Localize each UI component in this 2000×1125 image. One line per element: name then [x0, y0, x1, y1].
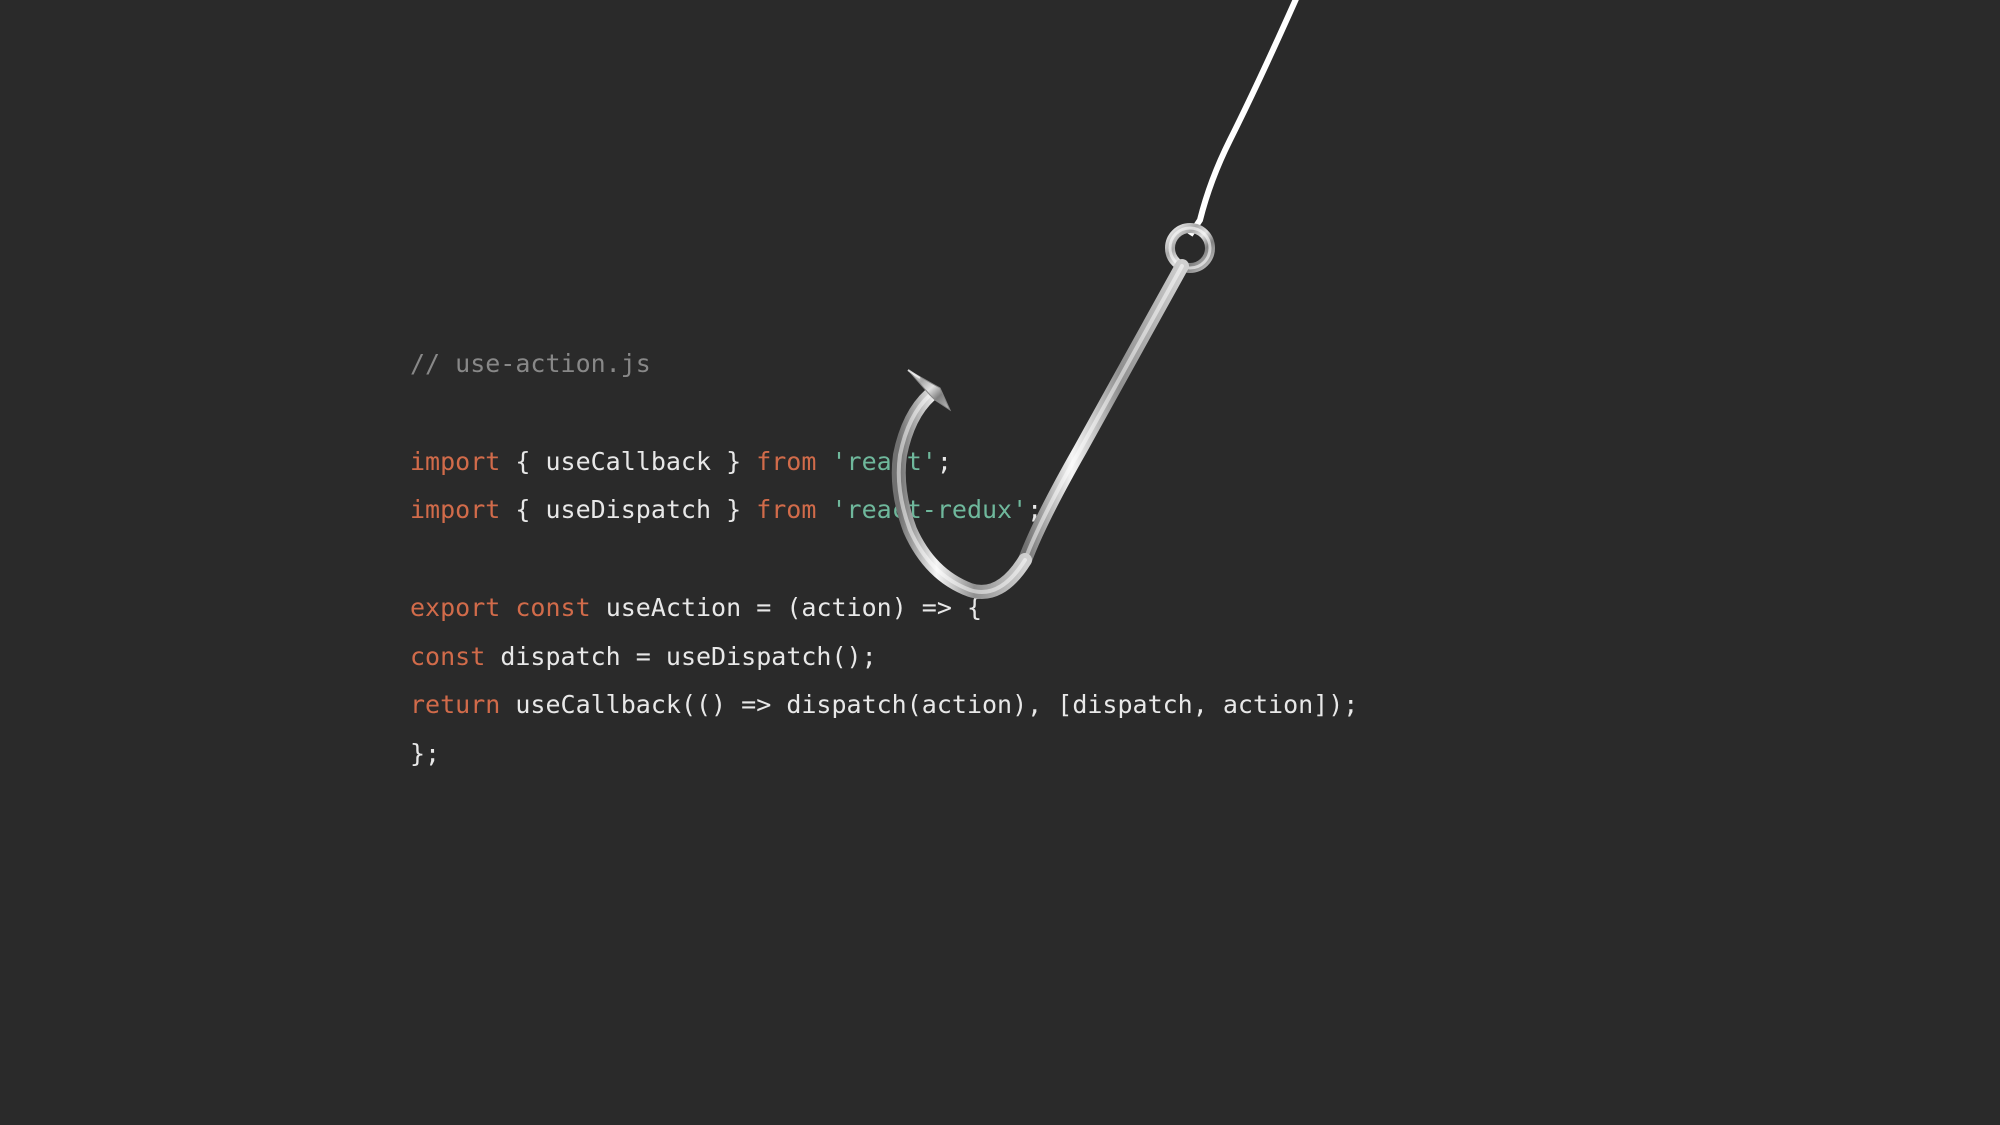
punct: = (: [741, 593, 801, 622]
identifier: useDispatch: [545, 495, 711, 524]
code-line-return: return useCallback(() => dispatch(action…: [410, 681, 1358, 730]
punct: (: [907, 690, 922, 719]
punct: =: [621, 642, 666, 671]
code-line-import-2: import { useDispatch } from 'react-redux…: [410, 486, 1358, 535]
punct: ();: [831, 642, 876, 671]
string: 'react': [831, 447, 936, 476]
code-line-close: };: [410, 730, 1358, 779]
punct: ]);: [1313, 690, 1358, 719]
keyword: export: [410, 593, 500, 622]
string: 'react-redux': [831, 495, 1027, 524]
punct: (() =>: [681, 690, 786, 719]
space: [816, 447, 831, 476]
identifier: useCallback: [515, 690, 681, 719]
punct: {: [500, 447, 545, 476]
keyword: import: [410, 447, 500, 476]
keyword: from: [756, 495, 816, 524]
code-line-export: export const useAction = (action) => {: [410, 584, 1358, 633]
identifier: action: [922, 690, 1012, 719]
punct: }: [711, 447, 756, 476]
punct: ) => {: [892, 593, 982, 622]
punct: {: [500, 495, 545, 524]
keyword: const: [410, 642, 485, 671]
space: [500, 690, 515, 719]
space: [500, 593, 515, 622]
keyword: import: [410, 495, 500, 524]
punct: ;: [937, 447, 952, 476]
space: [816, 495, 831, 524]
blank-line: [410, 389, 1358, 438]
code-line-import-1: import { useCallback } from 'react';: [410, 438, 1358, 487]
space: [591, 593, 606, 622]
comment-text: // use-action.js: [410, 349, 651, 378]
punct: }: [711, 495, 756, 524]
identifier: useCallback: [545, 447, 711, 476]
identifier: useAction: [606, 593, 741, 622]
space: [485, 642, 500, 671]
keyword: from: [756, 447, 816, 476]
identifier: action: [1223, 690, 1313, 719]
identifier: useDispatch: [666, 642, 832, 671]
blank-line: [410, 535, 1358, 584]
punct: ;: [1027, 495, 1042, 524]
keyword: return: [410, 690, 500, 719]
punct: };: [410, 739, 440, 768]
code-snippet: // use-action.js import { useCallback } …: [410, 340, 1358, 779]
punct: ,: [1193, 690, 1223, 719]
identifier: dispatch: [786, 690, 906, 719]
punct: ), [: [1012, 690, 1072, 719]
identifier: dispatch: [500, 642, 620, 671]
keyword: const: [515, 593, 590, 622]
code-line-comment: // use-action.js: [410, 340, 1358, 389]
identifier: dispatch: [1072, 690, 1192, 719]
identifier: action: [801, 593, 891, 622]
code-line-const: const dispatch = useDispatch();: [410, 633, 1358, 682]
